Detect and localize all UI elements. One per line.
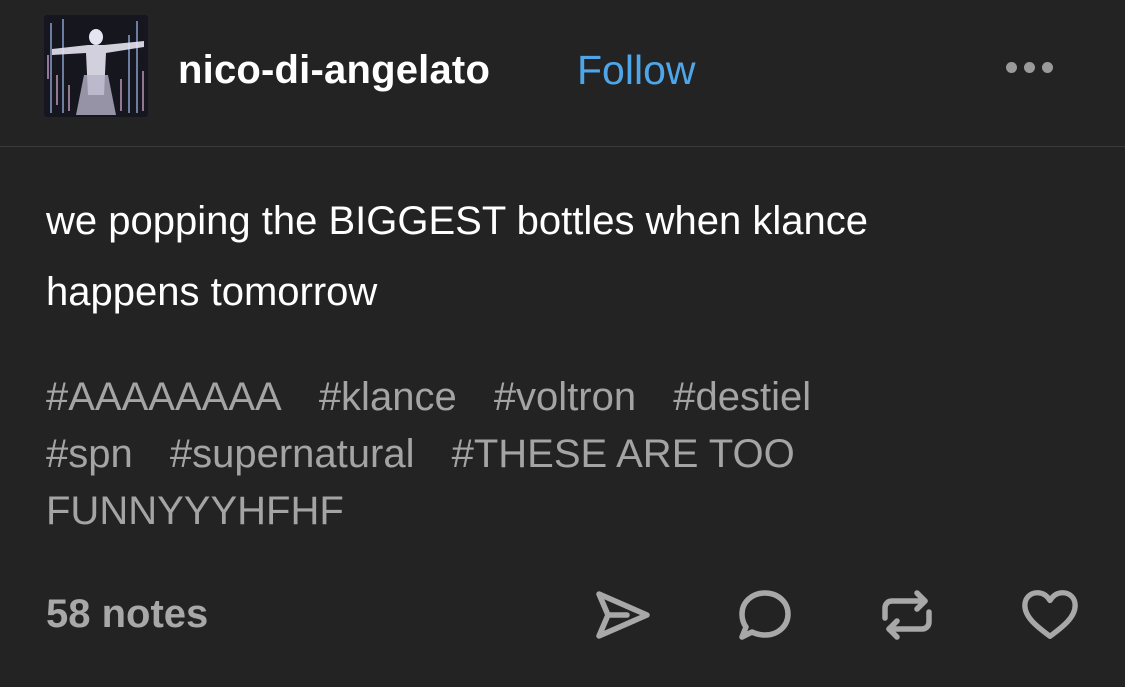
share-send-icon[interactable] xyxy=(593,585,653,645)
more-horizontal-icon[interactable] xyxy=(996,52,1062,82)
post-header: nico-di-angelato Follow xyxy=(0,0,1125,147)
post-body-line: happens tomorrow xyxy=(46,270,378,314)
tag[interactable]: #AAAAAAAA xyxy=(46,375,282,419)
tag[interactable]: #klance xyxy=(319,375,457,419)
tag-row: #AAAAAAAA #klance #voltron #destiel xyxy=(46,369,1086,426)
heart-icon[interactable] xyxy=(1020,585,1080,645)
avatar-image xyxy=(44,15,148,117)
more-dot xyxy=(1023,61,1035,73)
reblog-icon[interactable] xyxy=(877,585,937,645)
tag[interactable]: #spn xyxy=(46,432,133,476)
username[interactable]: nico-di-angelato xyxy=(178,44,490,96)
reply-bubble-icon[interactable] xyxy=(735,585,795,645)
post-body: we popping the BIGGEST bottles when klan… xyxy=(46,186,1096,328)
avatar[interactable] xyxy=(44,15,148,117)
post-tags: #AAAAAAAA #klance #voltron #destiel #spn… xyxy=(46,369,1086,540)
notes-count[interactable]: 58 notes xyxy=(46,586,208,642)
more-dot xyxy=(1005,61,1017,73)
tag[interactable]: #destiel xyxy=(673,375,811,419)
post-body-line: we popping the BIGGEST bottles when klan… xyxy=(46,199,868,243)
tag[interactable]: #supernatural xyxy=(170,432,415,476)
tag[interactable]: #voltron xyxy=(494,375,636,419)
tag[interactable]: #THESE ARE TOO FUNNYYYHFHF xyxy=(46,432,795,533)
tag-row: #spn #supernatural #THESE ARE TOO FUNNYY… xyxy=(46,426,1086,540)
more-dot xyxy=(1041,61,1053,73)
follow-button[interactable]: Follow xyxy=(577,44,695,96)
